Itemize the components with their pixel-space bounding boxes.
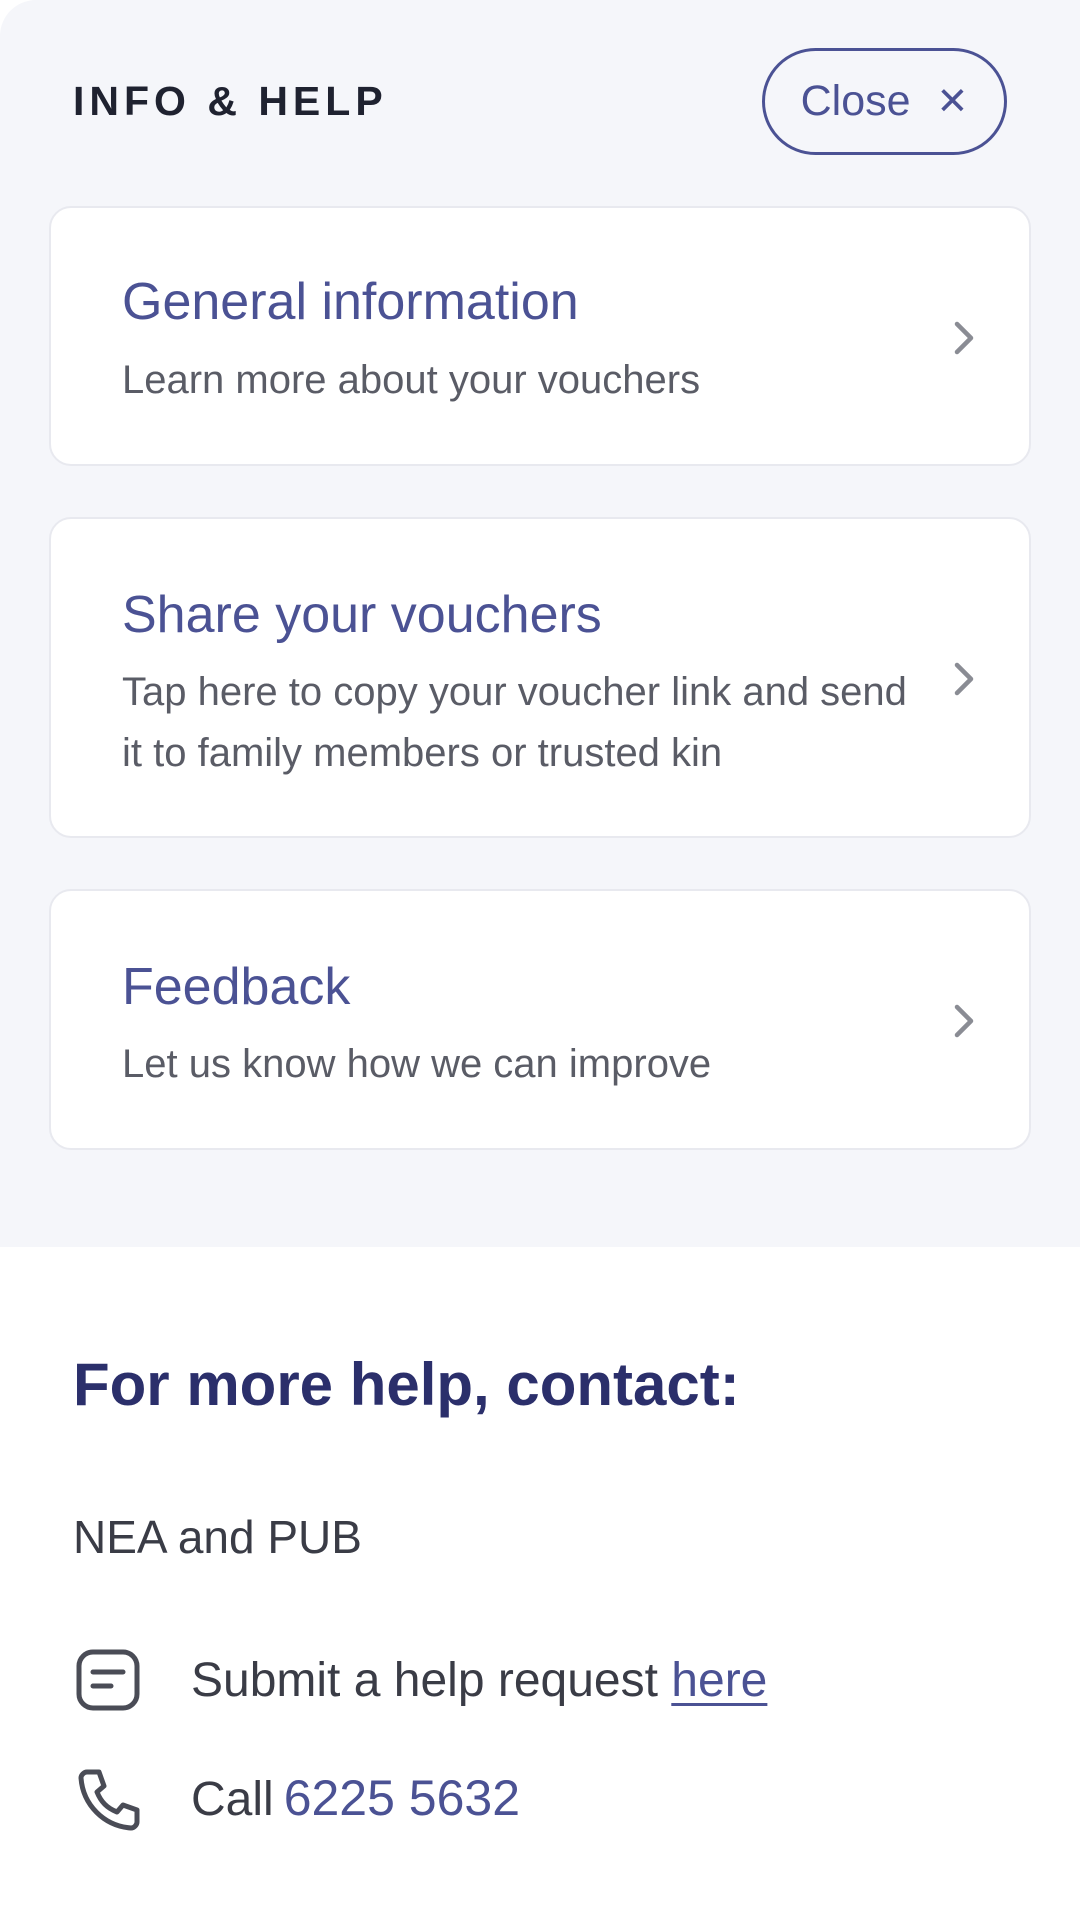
chevron-right-icon bbox=[954, 1004, 974, 1038]
close-button[interactable]: Close ✕ bbox=[762, 48, 1007, 155]
menu-panel: INFO & HELP Close ✕ General information … bbox=[0, 0, 1080, 1247]
page-title: INFO & HELP bbox=[73, 78, 388, 124]
help-request-row: Submit a help request here bbox=[73, 1644, 767, 1716]
message-icon bbox=[76, 1649, 140, 1711]
contact-organisation: NEA and PUB bbox=[73, 1511, 362, 1563]
phone-icon bbox=[78, 1769, 140, 1831]
contact-heading: For more help, contact: bbox=[73, 1351, 740, 1418]
help-request-prefix: Submit a help request bbox=[191, 1653, 658, 1707]
menu-item-general-information[interactable]: General information Learn more about you… bbox=[49, 206, 1031, 466]
call-prefix: Call bbox=[191, 1773, 274, 1826]
help-request-link[interactable]: here bbox=[671, 1654, 767, 1707]
menu-item-description: Tap here to copy your voucher link and s… bbox=[122, 670, 907, 775]
menu-item-title: Feedback bbox=[122, 958, 351, 1016]
menu-item-title: Share your vouchers bbox=[122, 586, 602, 644]
close-button-label: Close bbox=[800, 77, 911, 125]
info-help-sheet: INFO & HELP Close ✕ General information … bbox=[0, 0, 1080, 1932]
call-row: Call 6225 5632 bbox=[73, 1762, 520, 1834]
menu-item-feedback[interactable]: Feedback Let us know how we can improve bbox=[49, 889, 1031, 1150]
chevron-right-icon bbox=[954, 321, 974, 355]
call-text: Call 6225 5632 bbox=[191, 1769, 520, 1827]
phone-number-link[interactable]: 6225 5632 bbox=[284, 1770, 520, 1826]
chevron-right-icon bbox=[954, 662, 974, 696]
menu-item-share-vouchers[interactable]: Share your vouchers Tap here to copy you… bbox=[49, 517, 1031, 838]
menu-item-description: Let us know how we can improve bbox=[122, 1042, 712, 1086]
menu-item-description: Learn more about your vouchers bbox=[122, 358, 701, 402]
menu-item-title: General information bbox=[122, 273, 579, 331]
help-request-text: Submit a help request here bbox=[191, 1653, 767, 1708]
close-icon: ✕ bbox=[936, 80, 969, 123]
